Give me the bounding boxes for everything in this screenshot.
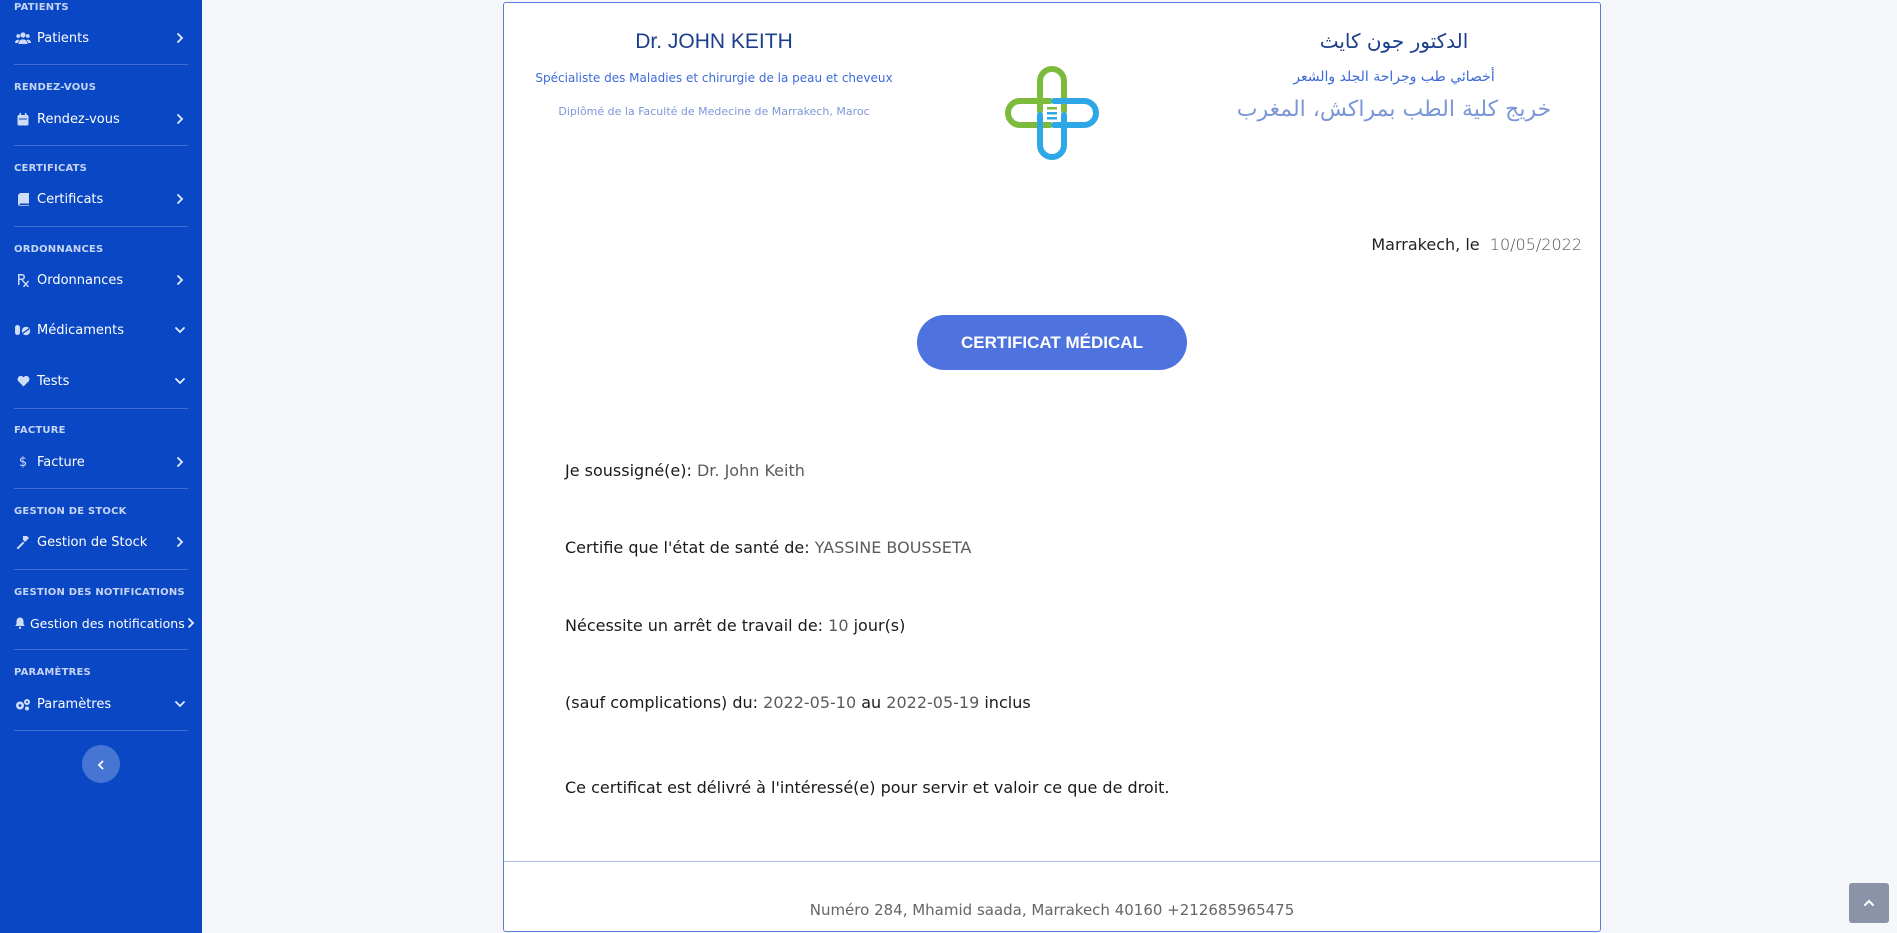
closing-statement: Ce certificat est délivré à l'intéressé(… (565, 778, 1170, 797)
calendar-icon (15, 111, 31, 127)
chevron-down-icon (174, 698, 186, 710)
section-heading-ordonnances: ORDONNANCES (14, 244, 104, 255)
section-heading-stock: GESTION DE STOCK (14, 506, 127, 517)
health-label: Certifie que l'état de santé de: (565, 538, 810, 557)
sidebar-item-label: Gestion de Stock (37, 534, 148, 550)
sidebar-item-label: Patients (37, 30, 90, 46)
chevron-right-icon (185, 617, 197, 629)
sidebar-item-medicaments[interactable]: Médicaments (0, 312, 202, 348)
book-icon (15, 191, 31, 207)
sidebar-item-rendez-vous[interactable]: Rendez-vous (0, 101, 202, 137)
users-icon (15, 30, 31, 46)
divider (14, 64, 188, 65)
bell-icon (15, 615, 25, 631)
sidebar-item-label: Facture (37, 454, 85, 470)
undersigned-label: Je soussigné(e): (565, 461, 692, 480)
section-heading-certificats: CERTIFICATS (14, 163, 88, 174)
days-value: 10 (828, 616, 849, 635)
chevron-up-icon (1863, 894, 1875, 913)
certificate-title: CERTIFICAT MÉDICAL (917, 315, 1187, 370)
chevron-right-icon (174, 193, 186, 205)
dollar-icon: $ (18, 454, 28, 470)
section-heading-facture: FACTURE (14, 425, 66, 436)
to-date: 2022-05-19 (886, 693, 980, 712)
medical-cross-logo (1002, 63, 1102, 163)
patient-name: YASSINE BOUSSETA (814, 538, 972, 557)
doctor-name-arabic: الدكتور جون كايث (1319, 29, 1469, 53)
sidebar: PATIENTS Patients RENDEZ-VOUS Rendez-vou… (0, 0, 202, 933)
from-date: 2022-05-10 (763, 693, 857, 712)
chevron-down-icon (174, 375, 186, 387)
sidebar-item-label: Paramètres (37, 696, 112, 712)
hammer-icon (15, 534, 31, 550)
chevron-right-icon (174, 113, 186, 125)
divider (14, 488, 188, 489)
sidebar-item-tests[interactable]: Tests (0, 363, 202, 399)
stop-label: Nécessite un arrêt de travail de: (565, 616, 824, 635)
footer-divider (504, 861, 1600, 862)
gears-icon (15, 696, 31, 712)
sidebar-item-label: Rendez-vous (37, 111, 120, 127)
chevron-right-icon (174, 274, 186, 286)
period-label: (sauf complications) du: (565, 693, 759, 712)
chevron-right-icon (174, 456, 186, 468)
sidebar-item-ordonnances[interactable]: Ordonnances (0, 262, 202, 298)
sidebar-item-label: Certificats (37, 191, 104, 207)
footer-address: Numéro 284, Mhamid saada, Marrakech 4016… (809, 901, 1295, 919)
chevron-left-icon (96, 755, 106, 774)
divider (14, 226, 188, 227)
doctor-diploma: Diplômé de la Faculté de Medecine de Mar… (558, 105, 870, 118)
to-label: au (861, 693, 882, 712)
prescription-icon (15, 272, 31, 288)
heart-icon (15, 373, 31, 389)
section-heading-rdv: RENDEZ-VOUS (14, 82, 97, 93)
doctor-name: Dr. JOHN KEITH (635, 30, 793, 53)
undersigned-value: Dr. John Keith (696, 461, 805, 480)
sidebar-item-label: Gestion des notifications (30, 615, 185, 631)
sidebar-item-label: Médicaments (37, 322, 124, 338)
doctor-diploma-arabic: خريج كلية الطب بمراكش، المغرب (1236, 97, 1552, 122)
section-heading-notifications: GESTION DES NOTIFICATIONS (14, 587, 185, 598)
divider (14, 408, 188, 409)
certificate-document: Dr. JOHN KEITH Spécialiste des Maladies … (503, 2, 1601, 932)
period-line: (sauf complications) du: 2022-05-10 au 2… (565, 693, 1031, 712)
section-heading-patients: PATIENTS (14, 2, 69, 13)
sidebar-item-certificats[interactable]: Certificats (0, 181, 202, 217)
sidebar-item-facture[interactable]: $ Facture (0, 444, 202, 480)
days-unit: jour(s) (853, 616, 906, 635)
date-value: 10/05/2022 (1489, 235, 1582, 254)
chevron-down-icon (174, 324, 186, 336)
chevron-right-icon (174, 536, 186, 548)
pills-icon (15, 322, 31, 338)
divider (14, 649, 188, 650)
sidebar-collapse-button[interactable] (82, 745, 120, 783)
work-stop-line: Nécessite un arrêt de travail de: 10 jou… (565, 616, 905, 635)
sidebar-item-notifications[interactable]: Gestion des notifications (0, 605, 202, 641)
sidebar-item-label: Tests (37, 373, 70, 389)
chevron-right-icon (174, 32, 186, 44)
sidebar-item-label: Ordonnances (37, 272, 124, 288)
doctor-specialty: Spécialiste des Maladies et chirurgie de… (535, 71, 893, 85)
scroll-to-top-button[interactable] (1849, 883, 1889, 923)
inclusive-label: inclus (984, 693, 1031, 712)
patient-line: Certifie que l'état de santé de: YASSINE… (565, 538, 971, 557)
sidebar-item-patients[interactable]: Patients (0, 20, 202, 56)
undersigned-line: Je soussigné(e): Dr. John Keith (565, 461, 805, 480)
divider (14, 569, 188, 570)
certificate-date: Marrakech, le 10/05/2022 (1371, 235, 1582, 254)
section-heading-parametres: PARAMÈTRES (14, 667, 91, 678)
divider (14, 145, 188, 146)
doctor-specialty-arabic: أخصائي طب وجراحة الجلد والشعر (1293, 69, 1495, 85)
place-label: Marrakech, le (1371, 235, 1480, 254)
sidebar-item-parametres[interactable]: Paramètres (0, 686, 202, 722)
sidebar-item-stock[interactable]: Gestion de Stock (0, 524, 202, 560)
divider (14, 730, 188, 731)
